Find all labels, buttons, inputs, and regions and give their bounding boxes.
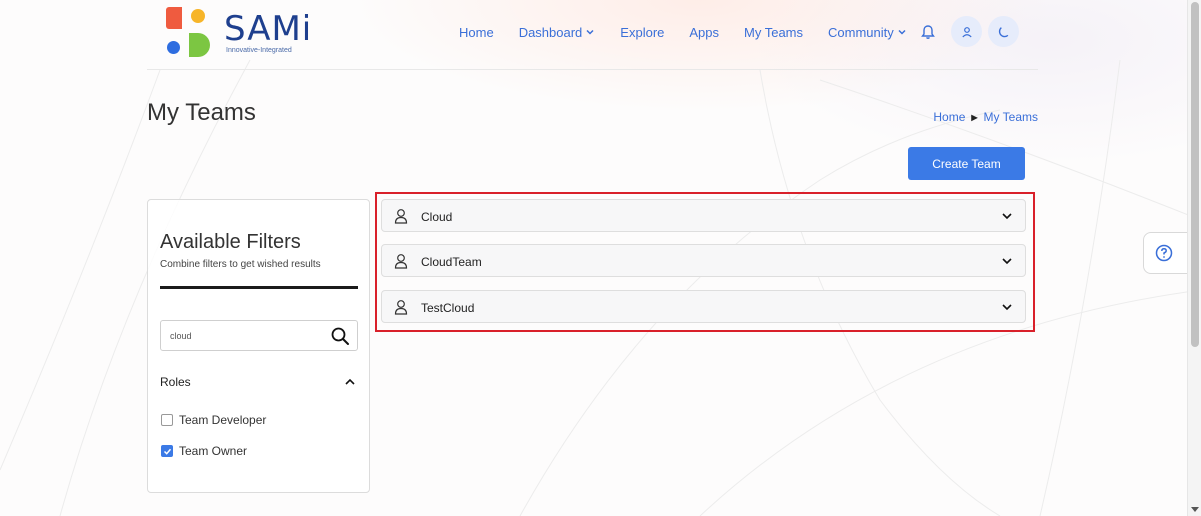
team-item-cloudteam[interactable]: CloudTeam — [381, 244, 1026, 277]
role-label: Team Developer — [179, 413, 267, 427]
team-name: CloudTeam — [421, 255, 482, 269]
nav-apps-label: Apps — [689, 24, 720, 40]
filters-title: Available Filters — [160, 231, 301, 253]
logo-shape-red — [166, 7, 182, 29]
nav-apps[interactable]: Apps — [689, 25, 719, 40]
moon-icon — [998, 26, 1008, 37]
chevron-down-icon[interactable] — [1001, 256, 1013, 266]
search-icon[interactable] — [330, 326, 350, 346]
chevron-down-icon[interactable] — [1001, 302, 1013, 312]
chevron-up-icon[interactable] — [344, 377, 356, 387]
caret-right-icon: ▶ — [971, 112, 978, 122]
nav-my-teams[interactable]: My Teams — [744, 25, 803, 40]
role-label: Team Owner — [179, 444, 248, 458]
header-divider — [147, 69, 1038, 70]
nav-home[interactable]: Home — [459, 25, 494, 40]
main-nav: Home Dashboard Explore Apps My Teams Com… — [459, 22, 907, 42]
scrollbar-thumb[interactable] — [1191, 2, 1199, 347]
role-filter-team-developer[interactable]: Team Developer — [161, 413, 266, 427]
page-title: My Teams — [147, 99, 256, 126]
breadcrumb-home[interactable]: Home — [933, 110, 965, 124]
nav-dashboard[interactable]: Dashboard — [519, 25, 596, 40]
nav-community[interactable]: Community — [828, 25, 907, 40]
brand-name: SAMi — [224, 9, 313, 49]
chevron-down-icon — [586, 29, 594, 35]
nav-home-label: Home — [459, 24, 494, 40]
nav-my-teams-label: My Teams — [744, 24, 804, 40]
user-icon — [394, 254, 408, 269]
brand-tagline: Innovative-Integrated — [226, 47, 292, 54]
nav-explore-label: Explore — [620, 24, 665, 40]
chevron-down-icon[interactable] — [1001, 211, 1013, 221]
nav-explore[interactable]: Explore — [620, 25, 664, 40]
help-icon — [1155, 244, 1173, 262]
scroll-down-arrow-icon[interactable] — [1191, 507, 1199, 512]
filters-subtitle: Combine filters to get wished results — [160, 259, 321, 270]
team-name: TestCloud — [421, 301, 475, 315]
user-icon — [394, 209, 408, 224]
filter-search-value: cloud — [170, 331, 192, 341]
breadcrumb: Home ▶ My Teams — [933, 110, 1038, 124]
create-team-button[interactable]: Create Team — [908, 147, 1025, 180]
filter-search-input[interactable]: cloud — [160, 320, 358, 351]
check-icon — [163, 448, 171, 455]
page-scrollbar[interactable] — [1187, 0, 1201, 516]
team-item-cloud[interactable]: Cloud — [381, 199, 1026, 232]
nav-dashboard-label: Dashboard — [518, 24, 583, 40]
user-icon — [961, 26, 972, 37]
filters-divider — [160, 286, 358, 289]
logo-shape-green — [189, 33, 210, 57]
filters-panel: Available Filters Combine filters to get… — [147, 199, 370, 493]
chevron-down-icon — [898, 29, 906, 35]
role-filter-team-owner[interactable]: Team Owner — [161, 444, 247, 458]
brand-logo[interactable]: SAMi Innovative-Integrated — [166, 7, 311, 59]
breadcrumb-current[interactable]: My Teams — [984, 110, 1038, 124]
roles-label: Roles — [160, 375, 191, 389]
user-menu-button[interactable] — [951, 16, 982, 47]
logo-shape-blue — [167, 41, 180, 54]
team-item-testcloud[interactable]: TestCloud — [381, 290, 1026, 323]
checkbox[interactable] — [161, 414, 173, 426]
team-name: Cloud — [421, 210, 453, 224]
nav-community-label: Community — [828, 24, 894, 40]
theme-toggle-button[interactable] — [988, 16, 1019, 47]
logo-shape-yellow — [191, 9, 205, 23]
checkbox-checked[interactable] — [161, 445, 173, 457]
user-icon — [394, 300, 408, 315]
bell-icon[interactable] — [921, 24, 935, 40]
